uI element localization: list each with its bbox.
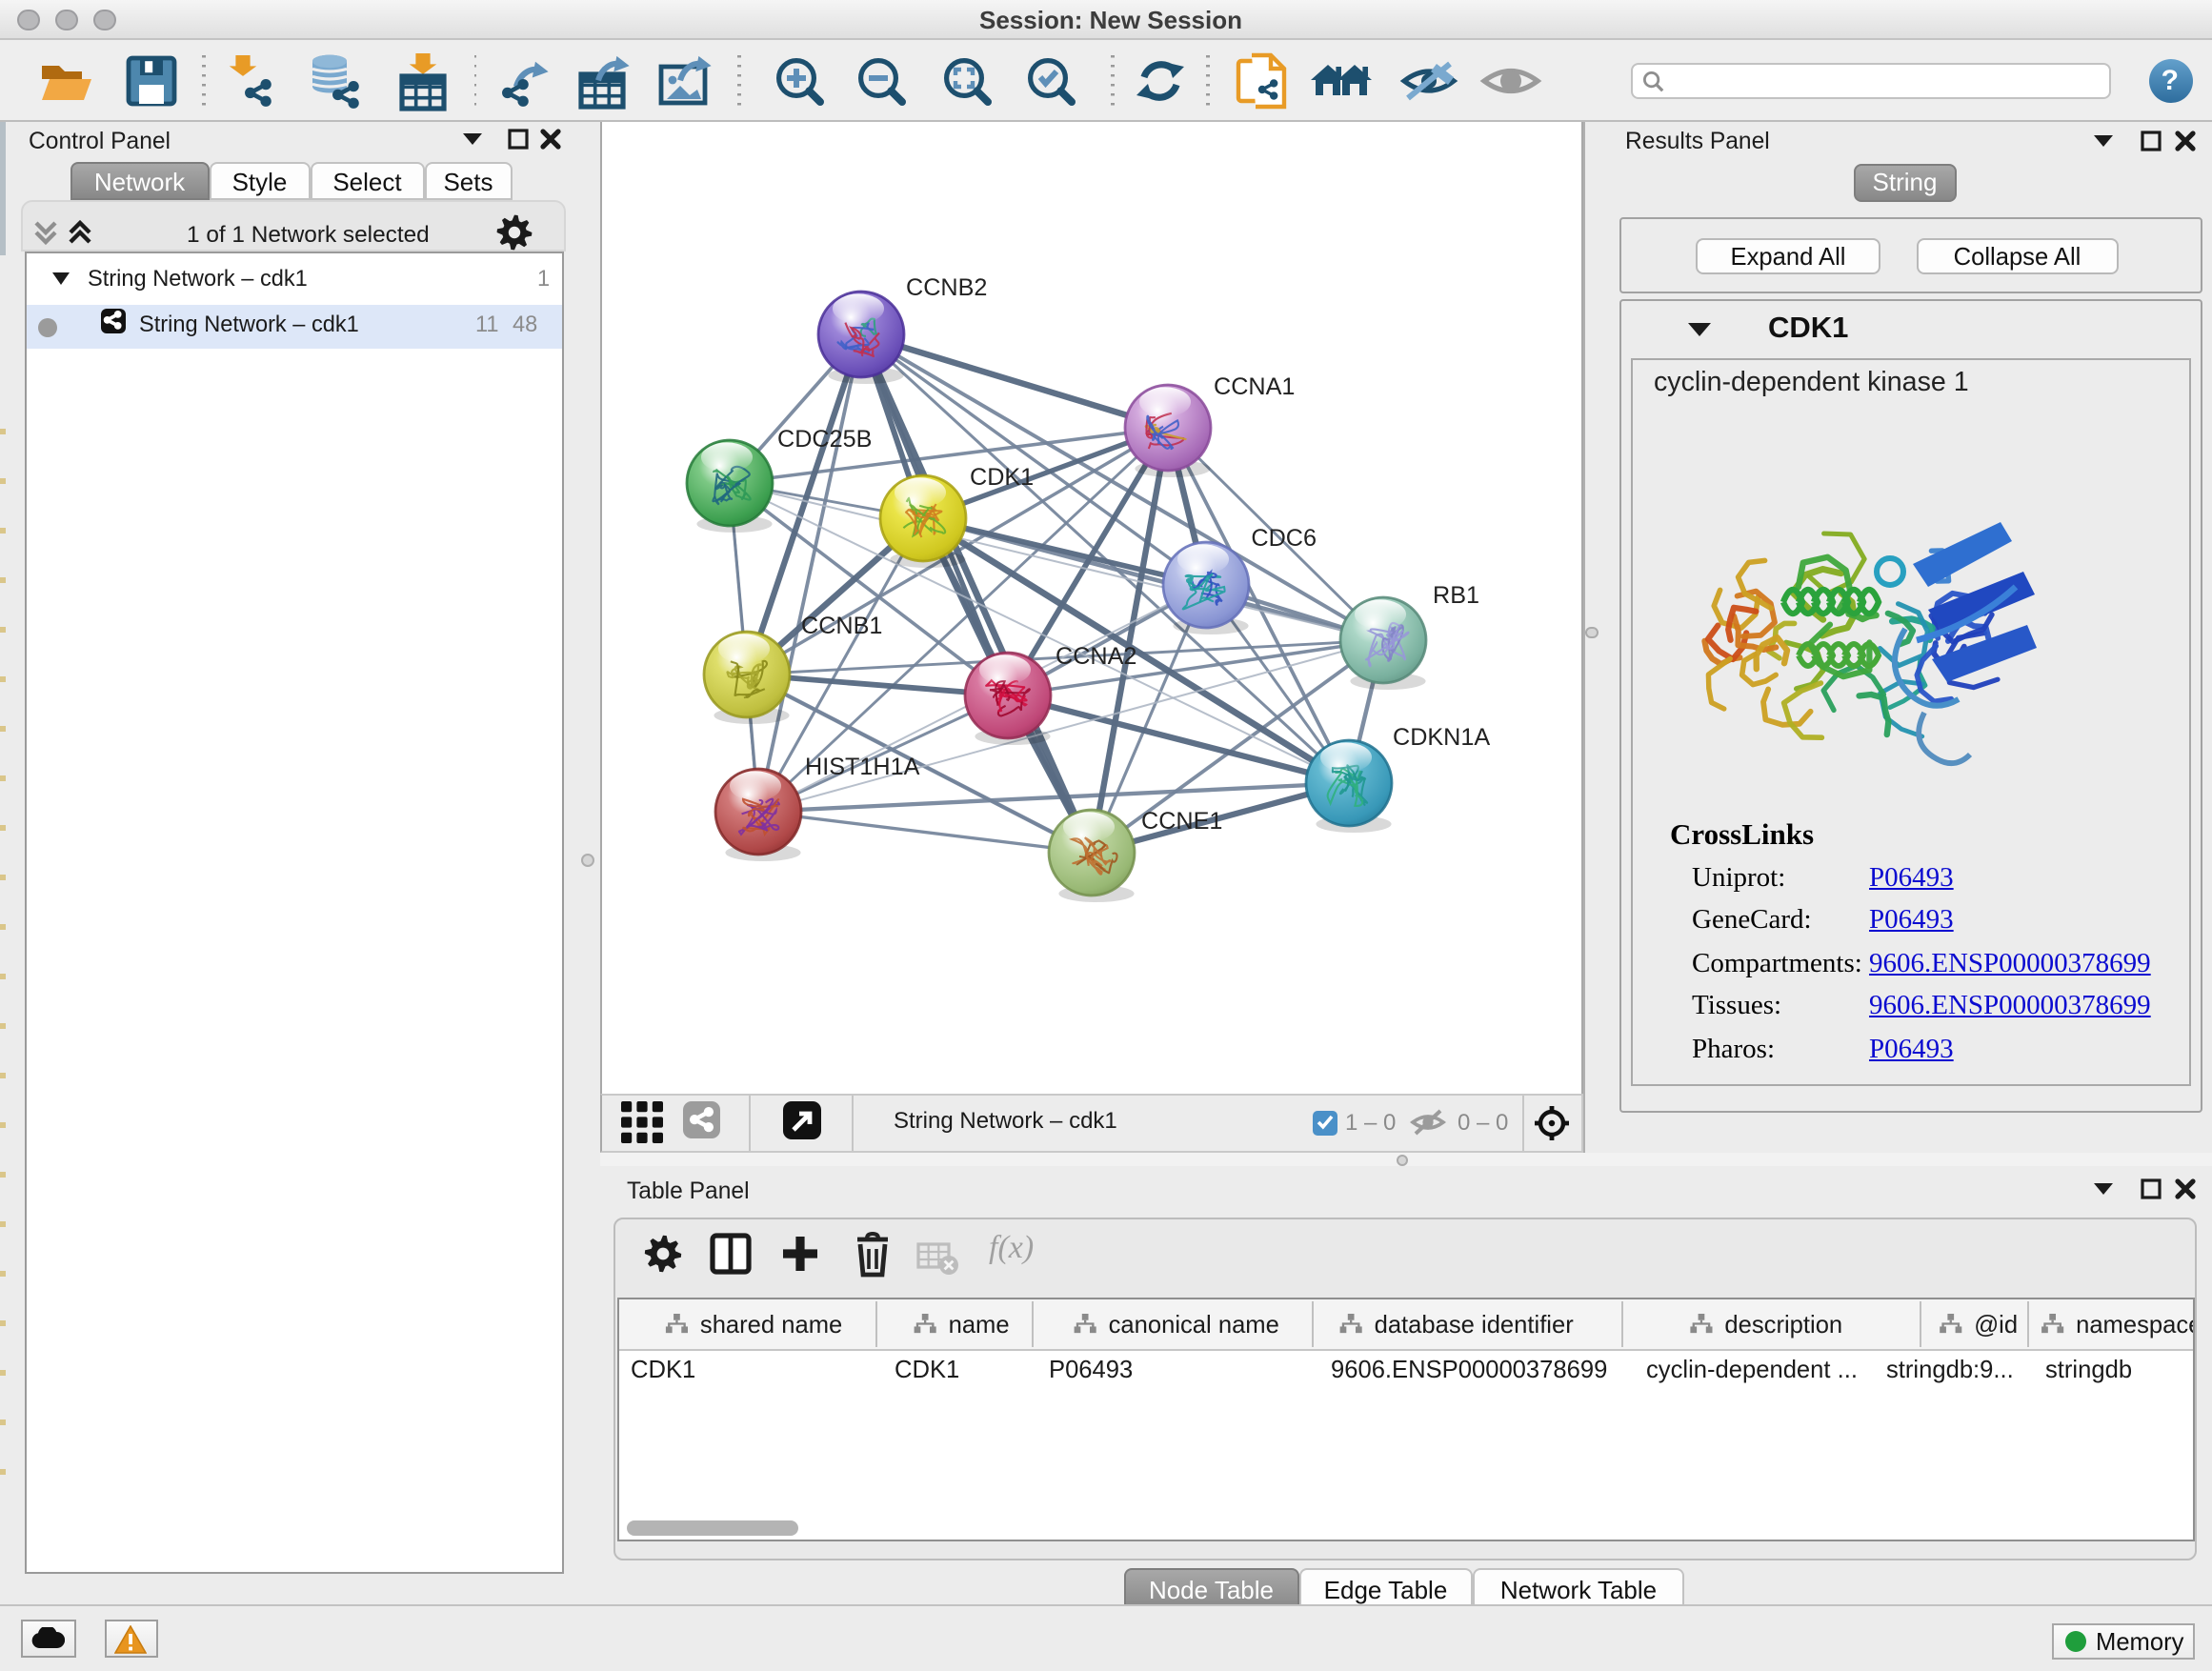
svg-text:description: description — [1724, 1311, 1842, 1338]
svg-text:database identifier: database identifier — [1375, 1311, 1575, 1338]
svg-text:@id: @id — [1974, 1311, 2018, 1338]
svg-text:CDC25B: CDC25B — [777, 425, 872, 452]
svg-text:CDC6: CDC6 — [1251, 524, 1317, 551]
svg-text:namespace: namespace — [2076, 1311, 2193, 1338]
svg-text:shared name: shared name — [700, 1311, 842, 1338]
svg-text:CCNA2: CCNA2 — [1056, 642, 1136, 669]
svg-text:canonical name: canonical name — [1109, 1311, 1279, 1338]
svg-text:name: name — [949, 1311, 1010, 1338]
svg-text:CCNA1: CCNA1 — [1214, 372, 1295, 399]
svg-text:CDKN1A: CDKN1A — [1393, 723, 1490, 750]
svg-text:CCNB1: CCNB1 — [801, 612, 882, 638]
svg-text:CDK1: CDK1 — [970, 463, 1034, 490]
svg-text:CCNB2: CCNB2 — [906, 273, 987, 300]
svg-text:HIST1H1A: HIST1H1A — [805, 753, 920, 779]
svg-text:CCNE1: CCNE1 — [1141, 807, 1222, 834]
svg-text:RB1: RB1 — [1433, 581, 1479, 608]
